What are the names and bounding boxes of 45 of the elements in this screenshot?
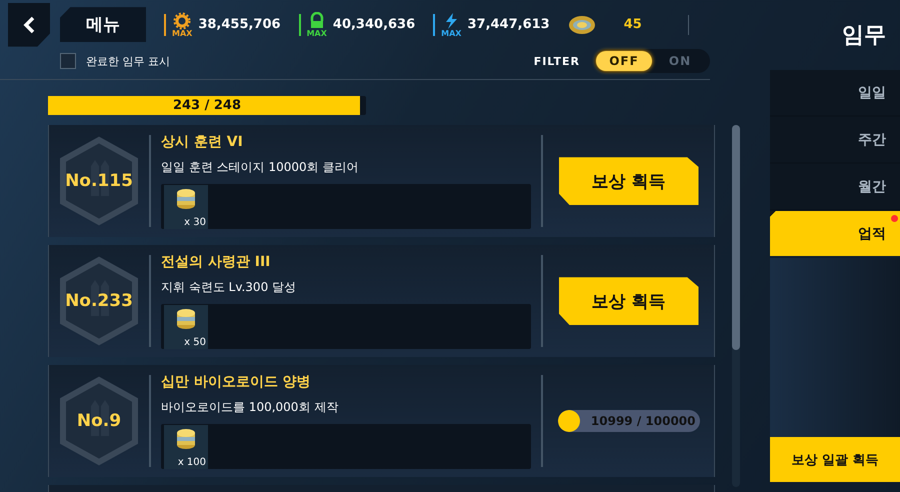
coin-icon <box>568 14 596 35</box>
canister-icon <box>174 188 198 210</box>
canister-icon <box>174 428 198 450</box>
category-tab[interactable]: 일일 <box>770 70 900 115</box>
max-label: MAX <box>306 30 327 38</box>
mission-description: 지휘 숙련도 Lv.300 달성 <box>161 279 298 296</box>
claim-reward-button[interactable]: 보상 획득 <box>558 157 698 206</box>
resource-amount: 37,447,613 <box>467 17 550 32</box>
filter-toggle-option[interactable]: OFF <box>596 51 652 72</box>
resource-amount: 40,340,636 <box>332 17 416 32</box>
reward-count: x 30 <box>184 216 206 228</box>
category-tab[interactable]: 업적 <box>770 211 900 256</box>
mission-number: No.115 <box>65 171 133 192</box>
page-title: 임무 <box>841 22 887 50</box>
claim-all-button[interactable]: 보상 일괄 획득 <box>770 437 900 482</box>
mission-number: No.233 <box>65 291 133 312</box>
hexagon-emblem-icon <box>59 256 139 346</box>
chevron-left-icon <box>22 16 36 34</box>
max-label: MAX <box>172 30 192 38</box>
mission-description: 일일 훈련 스테이지 10000회 클리어 <box>161 159 360 176</box>
reward-count: x 50 <box>184 336 206 348</box>
mission-progress-text: 10999 / 100000 <box>590 413 696 430</box>
mission-description: 바이오로이드를 100,000회 제작 <box>161 399 340 416</box>
checkbox[interactable] <box>60 53 76 70</box>
checkbox-label: 완료한 임무 표시 <box>86 54 171 69</box>
reward-count: x 100 <box>178 456 206 468</box>
hexagon-emblem-icon <box>59 376 139 466</box>
category-tab[interactable]: 월간 <box>770 164 900 209</box>
claim-reward-button[interactable]: 보상 획득 <box>558 277 698 326</box>
back-button[interactable] <box>8 2 50 47</box>
mission-title: 십만 바이오로이드 양병 <box>161 373 312 392</box>
mission-number: No.9 <box>76 411 122 432</box>
hexagon-emblem-icon <box>59 136 139 226</box>
category-tab[interactable]: 주간 <box>770 117 900 162</box>
gear-icon <box>173 12 192 30</box>
max-label: MAX <box>441 30 462 38</box>
scrollbar[interactable] <box>732 125 740 488</box>
resource-amount: 38,455,706 <box>198 17 281 32</box>
mission-title: 상시 훈련 VI <box>161 133 244 152</box>
canister-icon <box>174 308 198 330</box>
filter-label: FILTER <box>534 54 580 68</box>
progress-text: 243 / 248 <box>172 97 242 116</box>
coin-amount: 45 <box>624 17 642 32</box>
mission-title: 전설의 사령관 III <box>161 253 272 272</box>
menu-button[interactable]: 메뉴 <box>60 7 146 42</box>
